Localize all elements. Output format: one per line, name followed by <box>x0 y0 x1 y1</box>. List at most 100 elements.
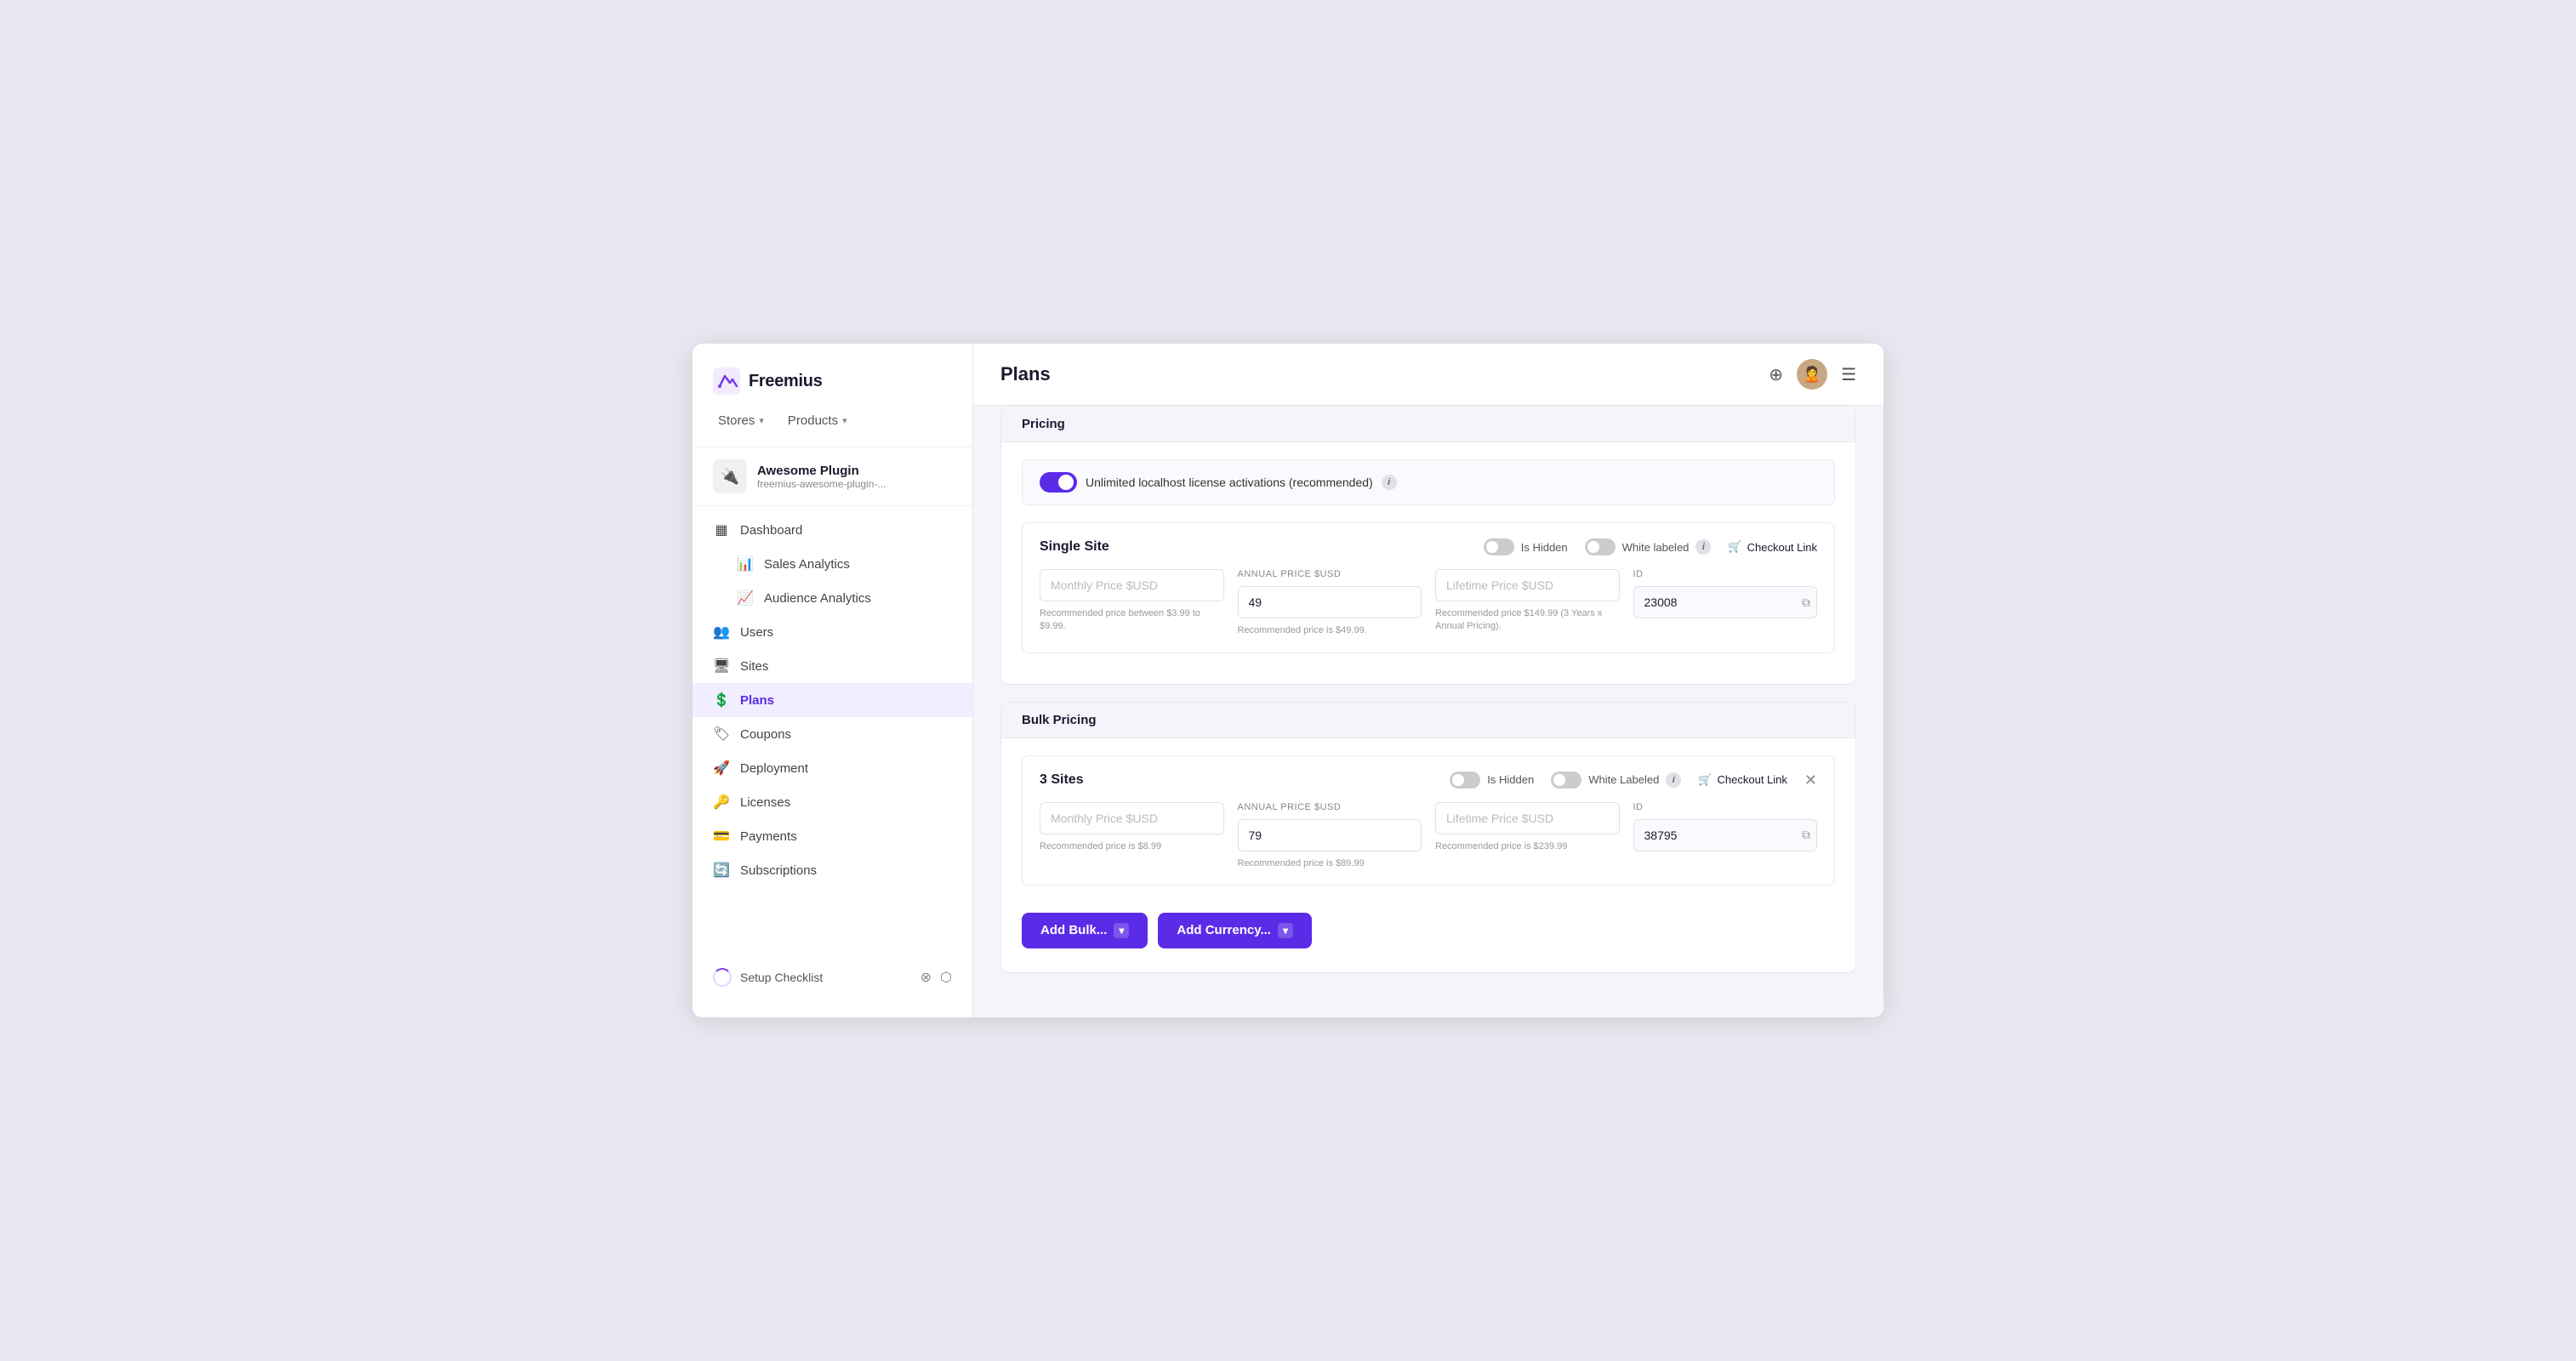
add-bulk-btn[interactable]: Add Bulk... ▾ <box>1022 913 1148 948</box>
three-sites-close-btn[interactable]: ✕ <box>1804 772 1817 788</box>
three-sites-monthly-input[interactable] <box>1040 802 1224 834</box>
unlimited-toggle-label: Unlimited localhost license activations … <box>1086 475 1373 489</box>
single-site-whitelabel-track <box>1585 538 1616 555</box>
coupons-icon: 🏷 <box>713 726 730 743</box>
sidebar-item-payments[interactable]: 💳 Payments <box>692 819 972 853</box>
single-site-hidden-toggle[interactable] <box>1484 538 1514 555</box>
users-icon: 👥 <box>713 624 730 641</box>
single-site-checkout-link-btn[interactable]: 🛒 Checkout Link <box>1728 540 1817 554</box>
three-sites-whitelabel-group: White Labeled i <box>1551 772 1681 789</box>
stores-dropdown-btn[interactable]: Stores ▾ <box>706 408 776 433</box>
single-site-plan: Single Site Is Hidden <box>1022 522 1835 652</box>
three-sites-controls: Is Hidden White Labeled i <box>1450 772 1817 789</box>
setup-checklist-actions: ⊗ ⬡ <box>920 969 952 986</box>
three-sites-annual-input[interactable] <box>1238 819 1422 851</box>
three-sites-lifetime-input[interactable] <box>1435 802 1620 834</box>
sidebar-item-sites[interactable]: 🖥 Sites <box>692 649 972 683</box>
single-site-annual-input[interactable] <box>1238 586 1422 618</box>
plugin-slug: freemius-awesome-plugin-... <box>757 478 886 490</box>
three-sites-id-copy-btn[interactable]: ⧉ <box>1802 828 1810 842</box>
three-sites-checkout-label: Checkout Link <box>1718 773 1787 786</box>
single-site-hidden-label: Is Hidden <box>1521 541 1568 554</box>
sidebar-item-audience-analytics[interactable]: 📈 Audience Analytics <box>692 581 972 615</box>
pricing-section-label: Pricing <box>1001 407 1855 442</box>
single-site-controls: Is Hidden White labeled i <box>1484 538 1817 555</box>
three-sites-hidden-group: Is Hidden <box>1450 772 1534 789</box>
stores-chevron-icon: ▾ <box>759 415 764 426</box>
single-site-whitelabel-toggle[interactable] <box>1585 538 1616 555</box>
plugin-icon: 🔌 <box>713 459 747 493</box>
plugin-name: Awesome Plugin <box>757 464 886 478</box>
single-site-id-copy-btn[interactable]: ⧉ <box>1802 595 1810 610</box>
menu-button[interactable]: ☰ <box>1841 364 1856 385</box>
sites-icon: 🖥 <box>713 658 730 675</box>
single-site-whitelabel-info-icon[interactable]: i <box>1695 539 1711 555</box>
sidebar-item-coupons[interactable]: 🏷 Coupons <box>692 717 972 751</box>
freemius-logo-icon <box>713 367 740 395</box>
setup-checklist-bar: Setup Checklist ⊗ ⬡ <box>692 958 972 997</box>
single-site-header: Single Site Is Hidden <box>1040 538 1817 555</box>
sidebar-item-sales-analytics[interactable]: 📊 Sales Analytics <box>692 547 972 581</box>
setup-share-btn[interactable]: ⬡ <box>940 969 952 986</box>
three-sites-hidden-track <box>1450 772 1480 789</box>
add-currency-btn[interactable]: Add Currency... ▾ <box>1158 913 1312 948</box>
three-sites-price-fields: Recommended price is $8.99 Annual Price … <box>1040 802 1817 869</box>
single-site-monthly-group: Recommended price between $3.99 to $9.99… <box>1040 569 1224 636</box>
single-site-price-fields: Recommended price between $3.99 to $9.99… <box>1040 569 1817 636</box>
audience-analytics-icon: 📈 <box>737 589 754 606</box>
single-site-id-input[interactable] <box>1633 586 1818 618</box>
add-currency-label: Add Currency... <box>1177 923 1271 937</box>
subscriptions-icon: 🔄 <box>713 862 730 879</box>
sidebar: Freemius Stores ▾ Products ▾ 🔌 Awesome P… <box>692 344 973 1017</box>
three-sites-annual-hint: Recommended price is $89.99 <box>1238 857 1422 869</box>
sidebar-item-users[interactable]: 👥 Users <box>692 615 972 649</box>
three-sites-id-input[interactable] <box>1633 819 1818 851</box>
sales-analytics-icon: 📊 <box>737 555 754 572</box>
three-sites-lifetime-group: Recommended price is $239.99 <box>1435 802 1620 869</box>
three-sites-whitelabel-info-icon[interactable]: i <box>1666 772 1681 788</box>
three-sites-monthly-hint: Recommended price is $8.99 <box>1040 840 1224 852</box>
deployment-icon: 🚀 <box>713 760 730 777</box>
three-sites-plan: 3 Sites Is Hidden <box>1022 755 1835 886</box>
three-sites-hidden-toggle[interactable] <box>1450 772 1480 789</box>
logo-text: Freemius <box>749 372 823 391</box>
nav-list: ▦ Dashboard 📊 Sales Analytics 📈 Audience… <box>692 506 972 958</box>
plugin-info: Awesome Plugin freemius-awesome-plugin-.… <box>757 464 886 490</box>
avatar[interactable]: 🙎 <box>1797 359 1827 390</box>
unlimited-info-icon[interactable]: i <box>1382 475 1397 490</box>
bulk-pricing-inner: 3 Sites Is Hidden <box>1001 738 1855 972</box>
sidebar-item-subscriptions[interactable]: 🔄 Subscriptions <box>692 853 972 887</box>
bottom-actions: Add Bulk... ▾ Add Currency... ▾ <box>1022 899 1835 955</box>
three-sites-title: 3 Sites <box>1040 772 1084 788</box>
three-sites-whitelabel-toggle[interactable] <box>1551 772 1582 789</box>
sidebar-item-dashboard[interactable]: ▦ Dashboard <box>692 513 972 547</box>
setup-checklist-label: Setup Checklist <box>740 971 912 984</box>
setup-spinner-icon <box>713 968 732 987</box>
dashboard-icon: ▦ <box>713 521 730 538</box>
sidebar-header: Freemius <box>692 344 972 408</box>
single-site-checkout-label: Checkout Link <box>1747 541 1817 554</box>
single-site-monthly-input[interactable] <box>1040 569 1224 601</box>
add-currency-arrow-icon: ▾ <box>1278 923 1293 938</box>
cart-icon-bulk: 🛒 <box>1698 773 1712 787</box>
single-site-hidden-group: Is Hidden <box>1484 538 1568 555</box>
products-dropdown-btn[interactable]: Products ▾ <box>776 408 859 433</box>
single-site-lifetime-input[interactable] <box>1435 569 1620 601</box>
single-site-id-label: ID <box>1633 569 1818 579</box>
three-sites-annual-group: Annual Price $USD Recommended price is $… <box>1238 802 1422 869</box>
cart-icon: 🛒 <box>1728 540 1741 554</box>
three-sites-header: 3 Sites Is Hidden <box>1040 772 1817 789</box>
sidebar-item-deployment[interactable]: 🚀 Deployment <box>692 751 972 785</box>
unlimited-toggle[interactable] <box>1040 472 1077 493</box>
three-sites-lifetime-hint: Recommended price is $239.99 <box>1435 840 1620 852</box>
setup-block-btn[interactable]: ⊗ <box>920 969 932 986</box>
sidebar-item-plans[interactable]: 💲 Plans <box>692 683 972 717</box>
hamburger-icon: ☰ <box>1841 364 1856 385</box>
sidebar-item-licenses[interactable]: 🔑 Licenses <box>692 785 972 819</box>
pricing-section: Pricing Unlimited localhost license acti… <box>1000 406 1856 684</box>
three-sites-annual-label: Annual Price $USD <box>1238 802 1422 812</box>
main-content: Plans ⊕ 🙎 ☰ Pricing <box>973 344 1884 1017</box>
three-sites-whitelabel-label: White Labeled <box>1588 773 1659 786</box>
three-sites-checkout-link-btn[interactable]: 🛒 Checkout Link <box>1698 773 1787 787</box>
add-button[interactable]: ⊕ <box>1769 364 1783 385</box>
